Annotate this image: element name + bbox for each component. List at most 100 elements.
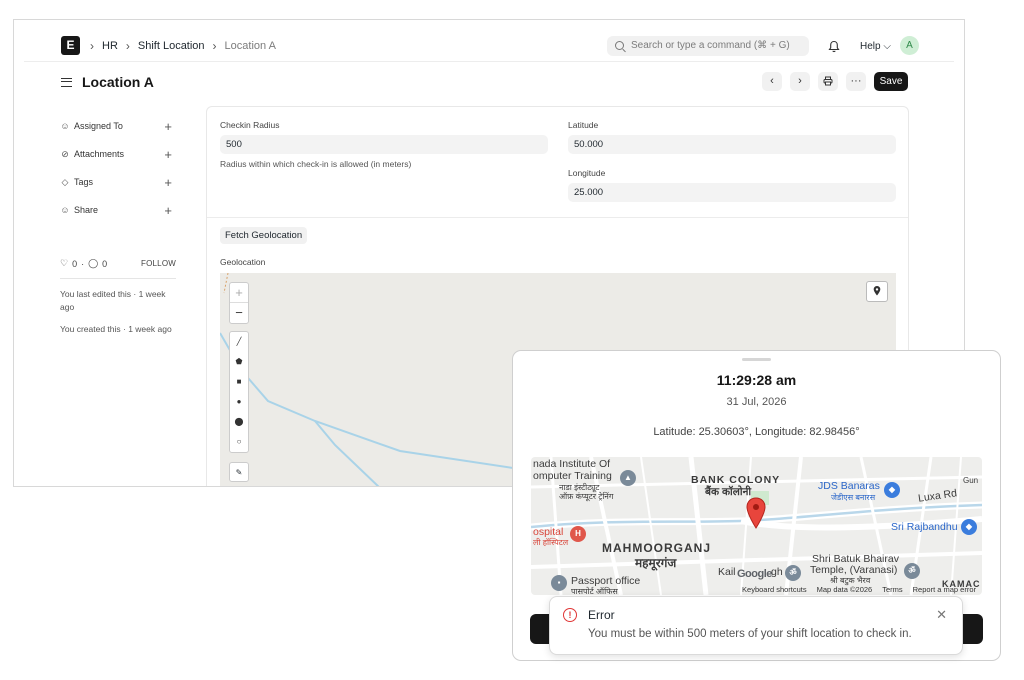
sidebar-item-label: Assigned To [74,121,123,131]
help-label: Help [860,41,881,52]
map-label: gh [771,566,783,578]
save-button[interactable]: Save [874,72,908,91]
checkin-radius-label: Checkin Radius [220,120,280,130]
error-toast: ! Error You must be within 500 meters of… [549,596,963,655]
menu-icon[interactable] [61,77,72,87]
toolbar: ‹ › ··· Save [762,72,908,91]
breadcrumb-shift-location[interactable]: Shift Location [138,40,205,52]
sidebar-item-label: Share [74,205,99,215]
toast-message: You must be within 500 meters of your sh… [588,628,912,640]
sidebar-item-label: Attachments [74,149,125,159]
map-label: Sri Rajbandhu [891,521,958,533]
bell-icon[interactable] [828,40,840,53]
map-label: Kail [718,566,736,578]
search-placeholder: Search or type a command (⌘ + G) [631,40,790,51]
report-error-link[interactable]: Report a map error [913,585,976,594]
checkin-radius-description: Radius within which check-in is allowed … [220,159,412,169]
geolocation-label: Geolocation [220,257,266,267]
previous-button[interactable]: ‹ [762,72,782,91]
plus-icon[interactable]: + [164,119,172,134]
comment-icon[interactable]: ◯ [88,258,98,269]
chevron-right-icon: › [90,39,94,53]
search-input[interactable]: Search or type a command (⌘ + G) [607,36,809,56]
created-note: You created this · 1 week ago [60,324,172,334]
comment-count: 0 [102,258,108,269]
draw-circle-icon[interactable]: ● [230,392,248,412]
dot-separator: · [81,258,85,269]
help-dropdown[interactable]: Help ⌵ [860,41,891,52]
temple-icon[interactable]: ॐ [904,563,920,579]
chevron-right-icon: › [125,39,130,53]
temple-icon[interactable]: ॐ [785,565,801,581]
section-divider [207,217,908,218]
avatar[interactable]: A [900,36,919,55]
map-label: Gun [963,476,979,485]
shopping-icon[interactable]: ◆ [884,482,900,498]
office-icon[interactable]: ▪ [551,575,567,591]
draw-rectangle-icon[interactable]: ■ [230,372,248,392]
map-label: पासपोर्ट ऑफिस [571,587,618,595]
user-icon: ☺ [60,121,70,131]
draw-polyline-icon[interactable]: ╱ [230,332,248,352]
heart-icon[interactable]: ♡ [60,258,68,269]
chevron-left-icon: ‹ [770,75,774,87]
map-attribution: Keyboard shortcuts Map data ©2026 Terms … [742,585,976,594]
hospital-icon[interactable]: H [570,526,586,542]
sidebar-item-assigned-to[interactable]: ☺ Assigned To + [60,112,176,140]
locate-button[interactable] [866,281,888,302]
school-icon[interactable]: ▲ [620,470,636,486]
sidebar-item-share[interactable]: ☺ Share + [60,196,176,224]
print-button[interactable] [818,72,838,91]
map-label: omputer Training [533,470,612,482]
map-pin-icon [873,286,881,296]
draw-circlemarker-icon[interactable]: ○ [230,432,248,452]
checkin-radius-input[interactable]: 500 [220,135,548,154]
alert-circle-icon: ! [563,608,577,622]
paperclip-icon: ⊘ [61,148,69,159]
shopping-icon[interactable]: ◆ [961,519,977,535]
sidebar-item-tags[interactable]: ◇ Tags + [60,168,176,196]
form-sidebar: ☺ Assigned To + ⊘ Attachments + ◇ Tags +… [60,112,176,336]
zoom-in-button[interactable]: + [230,283,248,303]
breadcrumb-hr[interactable]: HR [102,40,118,52]
draw-polygon-icon[interactable]: ⬟ [230,352,248,372]
breadcrumb: › HR › Shift Location › Location A [90,39,276,53]
location-pin-icon[interactable] [745,497,767,529]
edit-layers-icon[interactable]: ✎ [229,462,249,482]
toast-title: Error [588,608,615,622]
close-icon[interactable]: ✕ [936,607,947,623]
page-header: Location A [61,74,154,90]
app-logo[interactable]: E [61,36,80,55]
map-label: nada Institute Of [533,458,611,470]
chevron-right-icon: › [212,39,217,53]
plus-icon[interactable]: + [164,203,172,218]
google-logo: Google [737,568,772,580]
keyboard-shortcuts-link[interactable]: Keyboard shortcuts [742,585,807,594]
longitude-label: Longitude [568,168,606,178]
latitude-label: Latitude [568,120,599,130]
follow-button[interactable]: FOLLOW [141,259,176,268]
like-count: 0 [72,258,78,269]
next-button[interactable]: › [790,72,810,91]
sidebar-item-label: Tags [74,177,94,187]
plus-icon[interactable]: + [164,147,172,162]
more-actions-button[interactable]: ··· [846,72,866,91]
zoom-out-button[interactable]: − [230,303,248,323]
map-label: MAHMOORGANJ [602,541,711,555]
terms-link[interactable]: Terms [882,585,902,594]
drag-handle[interactable] [742,358,771,361]
draw-marker-icon[interactable]: ⬤ [230,412,248,432]
ellipsis-icon: ··· [850,75,862,87]
fetch-geolocation-button[interactable]: Fetch Geolocation [220,227,308,244]
sidebar-item-attachments[interactable]: ⊘ Attachments + [60,140,176,168]
page-title: Location A [82,74,154,90]
google-map[interactable]: nada Institute Of omputer Training नाडा … [531,457,982,595]
longitude-input[interactable]: 25.000 [568,183,896,202]
map-label: महमूरगंज [635,556,677,570]
zoom-control: + − [229,282,249,324]
latitude-input[interactable]: 50.000 [568,135,896,154]
last-edited-note: You last edited this · 1 week ago [60,289,166,312]
plus-icon[interactable]: + [164,175,172,190]
desktop: E › HR › Shift Location › Location A Sea… [0,0,1024,680]
printer-icon [823,76,833,86]
